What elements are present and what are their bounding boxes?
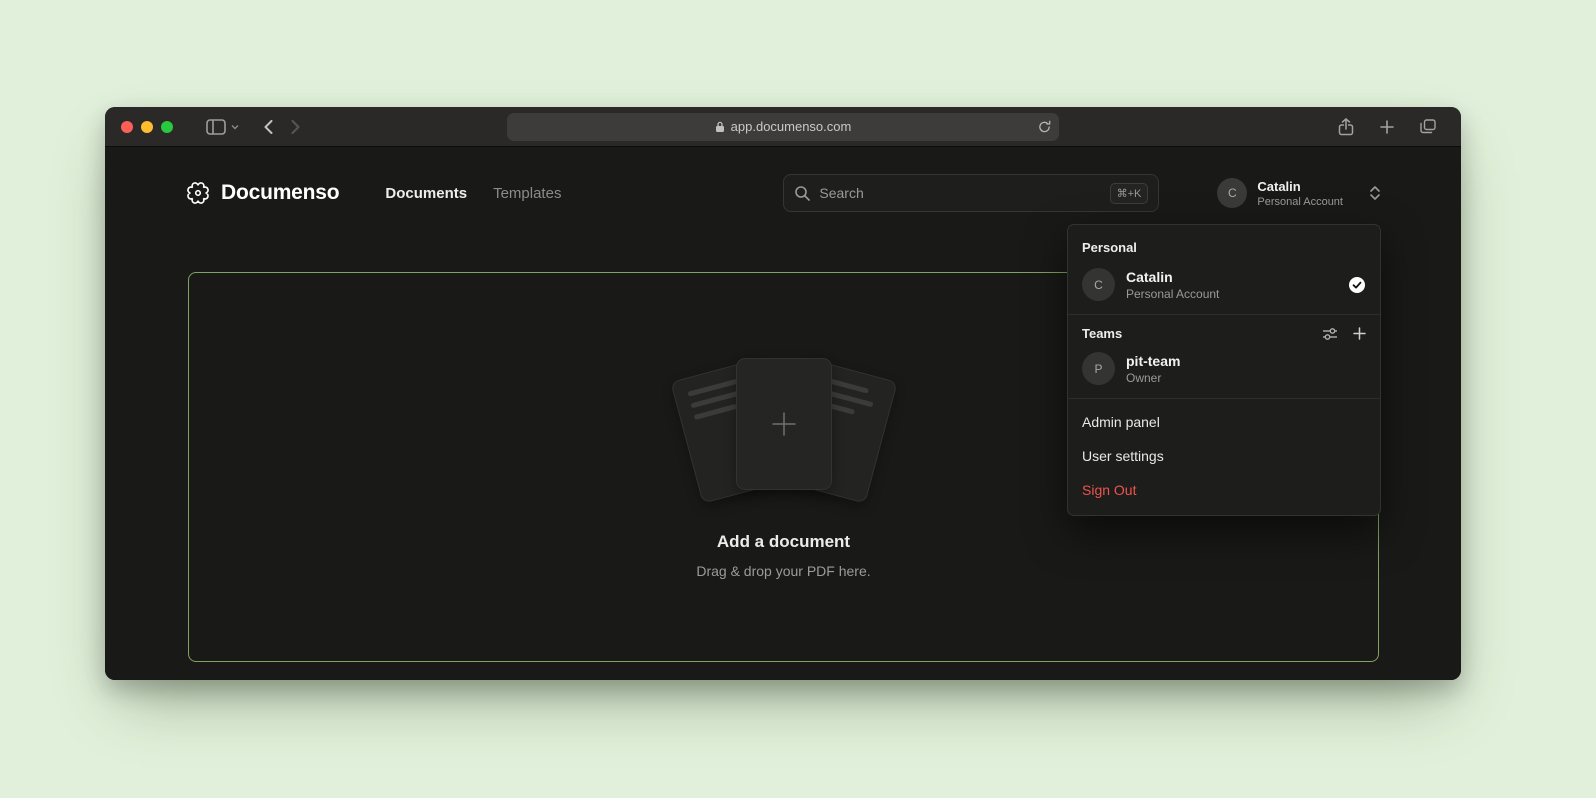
new-tab-icon[interactable] — [1380, 120, 1394, 134]
lock-icon — [715, 121, 725, 133]
menu-item-sign-out[interactable]: Sign Out — [1068, 473, 1380, 507]
account-type: Personal Account — [1126, 287, 1219, 301]
account-type: Personal Account — [1257, 196, 1343, 208]
address-text: app.documenso.com — [731, 119, 852, 134]
divider — [1068, 314, 1380, 315]
team-item[interactable]: P pit-team Owner — [1068, 345, 1380, 392]
menu-item-user-settings[interactable]: User settings — [1068, 439, 1380, 473]
team-role: Owner — [1126, 371, 1180, 385]
team-avatar: P — [1082, 352, 1115, 385]
document-cards-illustration — [679, 356, 889, 506]
address-bar[interactable]: app.documenso.com — [507, 113, 1059, 141]
browser-toolbar: app.documenso.com — [105, 107, 1461, 147]
chevron-up-down-icon — [1369, 185, 1381, 201]
toolbar-right-icons — [1329, 118, 1445, 136]
avatar: C — [1082, 268, 1115, 301]
share-icon[interactable] — [1338, 118, 1354, 136]
search-input[interactable] — [819, 185, 1100, 201]
teams-section-header: Teams — [1068, 321, 1380, 345]
document-card-add — [736, 358, 832, 490]
plus-icon — [769, 409, 799, 439]
minimize-window-button[interactable] — [141, 121, 153, 133]
tab-overview-icon[interactable] — [1420, 119, 1436, 134]
account-menu-trigger[interactable]: C Catalin Personal Account — [1217, 178, 1381, 208]
main-nav: Documents Templates — [385, 185, 561, 202]
sidebar-chevron-down-icon[interactable] — [231, 124, 239, 130]
personal-section-label: Personal — [1068, 231, 1380, 261]
refresh-icon[interactable] — [1038, 120, 1051, 133]
brand-logo[interactable]: Documenso — [185, 180, 339, 206]
close-window-button[interactable] — [121, 121, 133, 133]
team-name: pit-team — [1126, 353, 1180, 369]
account-name: Catalin — [1126, 269, 1219, 285]
documenso-logo-icon — [185, 180, 211, 206]
nav-documents[interactable]: Documents — [385, 185, 467, 202]
selected-check-icon — [1348, 276, 1366, 294]
dropzone-title: Add a document — [717, 532, 850, 552]
back-button[interactable] — [264, 120, 273, 134]
desktop: app.documenso.com — [0, 0, 1596, 798]
account-name: Catalin — [1257, 179, 1343, 194]
divider — [1068, 398, 1380, 399]
personal-account-item[interactable]: C Catalin Personal Account — [1068, 261, 1380, 308]
sidebar-toggle-icon[interactable] — [206, 119, 226, 135]
teams-section-label: Teams — [1082, 326, 1122, 341]
avatar: C — [1217, 178, 1247, 208]
traffic-lights — [121, 121, 173, 133]
search-icon — [794, 185, 810, 201]
brand-name: Documenso — [221, 181, 339, 205]
menu-item-admin-panel[interactable]: Admin panel — [1068, 405, 1380, 439]
forward-button[interactable] — [291, 120, 300, 134]
search-bar[interactable]: ⌘+K — [783, 174, 1159, 212]
team-preferences-icon[interactable] — [1322, 327, 1338, 341]
search-shortcut-badge: ⌘+K — [1110, 183, 1149, 204]
dropzone-subtitle: Drag & drop your PDF here. — [696, 563, 870, 579]
nav-templates[interactable]: Templates — [493, 185, 561, 202]
browser-window: app.documenso.com — [105, 107, 1461, 680]
add-team-icon[interactable] — [1353, 327, 1366, 341]
account-dropdown-menu: Personal C Catalin Personal Account Team… — [1067, 224, 1381, 516]
zoom-window-button[interactable] — [161, 121, 173, 133]
documenso-app: Documenso Documents Templates ⌘+K C — [105, 148, 1461, 680]
